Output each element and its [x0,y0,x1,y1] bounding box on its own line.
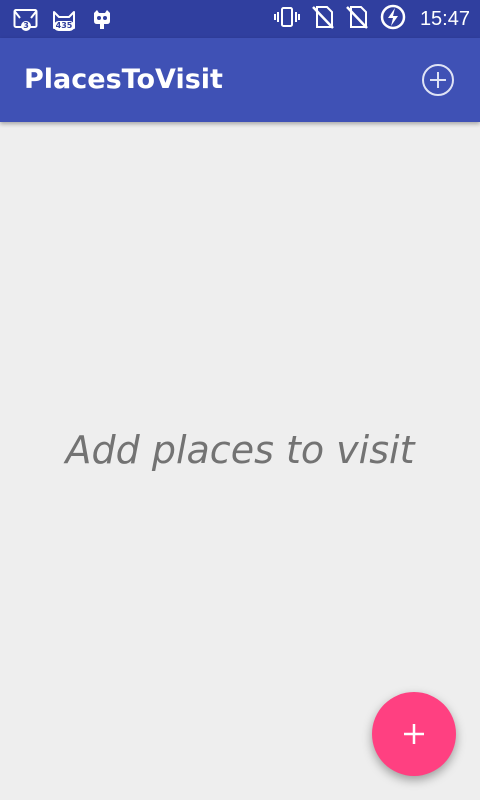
cyanogen-icon [88,6,116,32]
notification-icons: 3 435 [12,6,116,32]
clock: 15:47 [419,8,470,30]
no-sim-icon [346,5,368,34]
app-title: PlacesToVisit [24,64,223,95]
no-sim-icon [312,5,334,34]
status-bar: 3 435 15:47 [0,0,480,38]
plus-icon [404,724,424,744]
mail-app-icon: 3 [12,6,40,32]
app-screen: 3 435 15:47 PlacesToVisit Add places to … [0,0,480,800]
system-icons: 15:47 [273,4,470,35]
add-place-button[interactable] [420,62,456,98]
add-place-fab[interactable] [372,692,456,776]
add-circle-icon [422,64,454,96]
vibrate-icon [273,6,300,33]
empty-state-message: Add places to visit [65,428,415,472]
cat-badge: 435 [53,21,75,31]
cat-app-icon: 435 [50,6,78,32]
app-bar: PlacesToVisit [0,38,480,122]
battery-charging-icon [380,4,406,35]
mail-badge: 3 [21,21,31,31]
